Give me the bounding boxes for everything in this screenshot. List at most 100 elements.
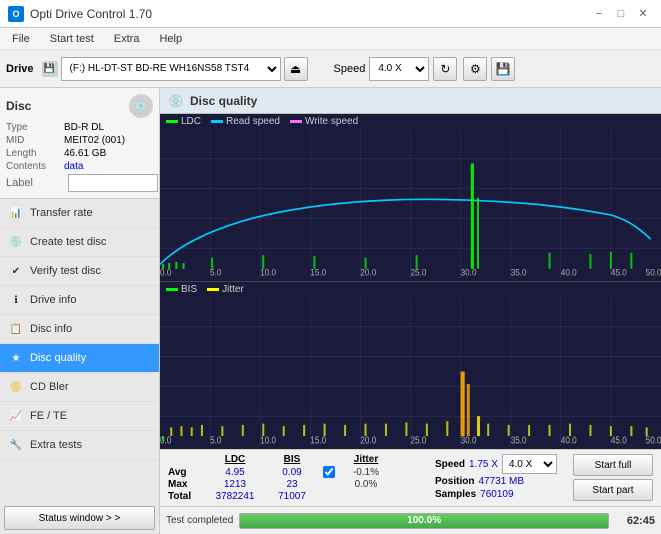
content-area: 💿 Disc quality LDC Read speed	[160, 88, 661, 534]
sidebar-item-label-transfer-rate: Transfer rate	[30, 207, 93, 219]
sidebar-item-create-test-disc[interactable]: 💿 Create test disc	[0, 228, 159, 257]
position-val: 47731 MB	[478, 476, 524, 487]
sidebar-item-drive-info[interactable]: ℹ Drive info	[0, 286, 159, 315]
menu-help[interactable]: Help	[151, 31, 190, 47]
sidebar-item-disc-quality[interactable]: ★ Disc quality	[0, 344, 159, 373]
bottom-chart: BIS Jitter	[160, 282, 661, 449]
fe-te-icon: 📈	[8, 408, 24, 424]
svg-text:10.0: 10.0	[260, 267, 276, 278]
stats-avg-label: Avg	[168, 467, 203, 478]
position-row: Position 47731 MB	[435, 476, 565, 487]
sidebar-item-disc-info[interactable]: 📋 Disc info	[0, 315, 159, 344]
disc-length-row: Length 46.61 GB	[6, 148, 153, 159]
close-button[interactable]: ✕	[633, 5, 653, 23]
progress-bar-background: 100.0%	[239, 513, 609, 529]
speed-select[interactable]: 4.0 X	[369, 57, 429, 81]
ldc-legend-dot	[166, 120, 178, 123]
disc-section: Disc 💿 Type BD-R DL MID MEIT02 (001) Len…	[0, 88, 159, 199]
maximize-button[interactable]: □	[611, 5, 631, 23]
settings-button[interactable]: ⚙	[463, 57, 487, 81]
jitter-checkbox[interactable]	[323, 466, 335, 478]
stats-max-bis: 23	[267, 479, 317, 490]
disc-mid-label: MID	[6, 135, 64, 146]
menu-file[interactable]: File	[4, 31, 38, 47]
samples-row: Samples 760109	[435, 489, 565, 500]
menu-bar: File Start test Extra Help	[0, 28, 661, 50]
progress-percent: 100.0%	[407, 515, 441, 526]
bis-legend-label: BIS	[181, 284, 197, 295]
create-test-disc-icon: 💿	[8, 234, 24, 250]
bis-legend: BIS	[166, 284, 197, 295]
svg-text:15.0: 15.0	[310, 435, 326, 446]
svg-text:50.0 GB: 50.0 GB	[646, 435, 661, 446]
write-speed-legend-label: Write speed	[305, 116, 358, 127]
svg-text:25.0: 25.0	[411, 435, 427, 446]
window-controls: − □ ✕	[589, 5, 653, 23]
svg-text:20.0: 20.0	[360, 267, 376, 278]
cd-bler-icon: 📀	[8, 379, 24, 395]
disc-length-value: 46.61 GB	[64, 148, 106, 159]
svg-text:40.0: 40.0	[561, 267, 577, 278]
save-button[interactable]: 💾	[491, 57, 515, 81]
speed-label: Speed	[334, 63, 366, 75]
start-full-button[interactable]: Start full	[573, 454, 653, 476]
charts-area: LDC Read speed Write speed	[160, 114, 661, 449]
sidebar-item-label-fe-te: FE / TE	[30, 410, 67, 422]
sidebar-item-verify-test-disc[interactable]: ✔ Verify test disc	[0, 257, 159, 286]
disc-mid-value: MEIT02 (001)	[64, 135, 125, 146]
svg-text:50.0 GB: 50.0 GB	[646, 267, 661, 278]
jitter-checkbox-area	[319, 466, 339, 478]
sidebar-item-label-disc-quality: Disc quality	[30, 352, 86, 364]
status-text: Test completed	[166, 515, 233, 526]
write-speed-legend: Write speed	[290, 116, 358, 127]
top-chart-svg: 2000 1500 1000 500 0 18X 16X 14X 12X 10X…	[160, 129, 661, 278]
sidebar-item-fe-te[interactable]: 📈 FE / TE	[0, 402, 159, 431]
stats-row-spacer	[168, 454, 203, 465]
svg-text:15.0: 15.0	[310, 267, 326, 278]
stats-main-row: LDC BIS Jitter Avg 4.95 0.09 -0.1%	[168, 454, 653, 502]
svg-text:30.0: 30.0	[461, 435, 477, 446]
minimize-button[interactable]: −	[589, 5, 609, 23]
stats-avg-jitter: -0.1%	[341, 467, 391, 478]
position-info: Speed 1.75 X 4.0 X Position 47731 MB Sam…	[435, 454, 565, 500]
sidebar-item-transfer-rate[interactable]: 📊 Transfer rate	[0, 199, 159, 228]
stats-bis-header: BIS	[267, 454, 317, 465]
speed-row: Speed 1.75 X 4.0 X	[435, 454, 565, 474]
disc-type-value: BD-R DL	[64, 122, 104, 133]
main-layout: Disc 💿 Type BD-R DL MID MEIT02 (001) Len…	[0, 88, 661, 534]
label-input[interactable]	[68, 174, 158, 192]
jitter-legend-dot	[207, 288, 219, 291]
stats-check-spacer	[319, 454, 339, 465]
disc-label-row: Label ✎	[6, 174, 153, 192]
svg-text:40.0: 40.0	[561, 435, 577, 446]
svg-text:0.0: 0.0	[160, 435, 171, 446]
eject-button[interactable]: ⏏	[284, 57, 308, 81]
app-title: Opti Drive Control 1.70	[30, 7, 152, 21]
bottom-chart-legend: BIS Jitter	[160, 282, 661, 297]
write-speed-legend-dot	[290, 120, 302, 123]
ldc-legend-label: LDC	[181, 116, 201, 127]
title-bar: O Opti Drive Control 1.70 − □ ✕	[0, 0, 661, 28]
sidebar-item-extra-tests[interactable]: 🔧 Extra tests	[0, 431, 159, 460]
disc-label-label: Label	[6, 177, 64, 189]
sidebar-item-cd-bler[interactable]: 📀 CD Bler	[0, 373, 159, 402]
speed-row-label: Speed	[435, 459, 465, 470]
stats-max-label: Max	[168, 479, 203, 490]
title-bar-left: O Opti Drive Control 1.70	[8, 6, 152, 22]
disc-mid-row: MID MEIT02 (001)	[6, 135, 153, 146]
refresh-button[interactable]: ↻	[433, 57, 457, 81]
sidebar-item-label-extra-tests: Extra tests	[30, 439, 82, 451]
svg-text:30.0: 30.0	[461, 267, 477, 278]
menu-extra[interactable]: Extra	[106, 31, 148, 47]
content-title-bar: 💿 Disc quality	[160, 88, 661, 114]
speed-dropdown[interactable]: 4.0 X	[502, 454, 557, 474]
start-part-button[interactable]: Start part	[573, 479, 653, 501]
svg-text:10.0: 10.0	[260, 435, 276, 446]
drive-select[interactable]: (F:) HL-DT-ST BD-RE WH16NS58 TST4	[61, 57, 281, 81]
menu-start-test[interactable]: Start test	[42, 31, 102, 47]
status-window-button[interactable]: Status window > >	[4, 506, 155, 530]
disc-header: Disc 💿	[6, 94, 153, 118]
drive-icon: 💾	[42, 61, 58, 77]
read-speed-legend-label: Read speed	[226, 116, 280, 127]
samples-label: Samples	[435, 489, 476, 500]
